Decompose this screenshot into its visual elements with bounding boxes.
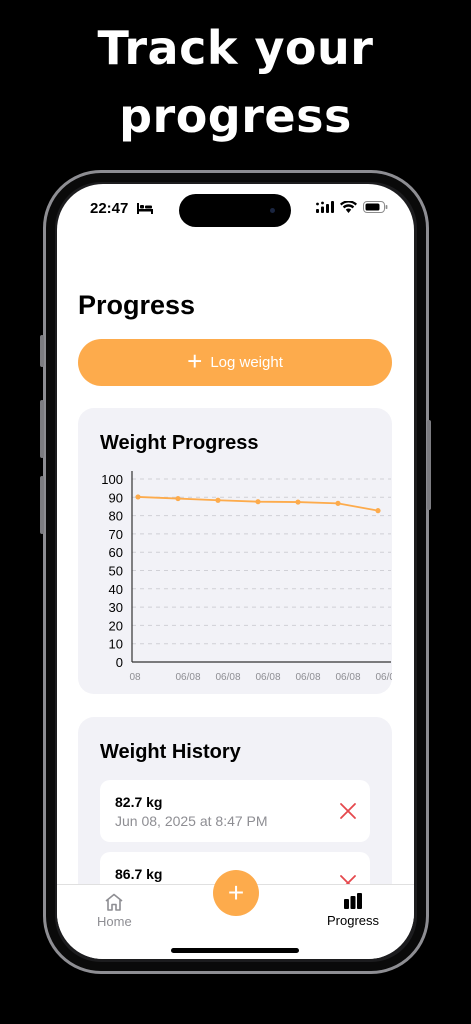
log-weight-button[interactable]: + Log weight bbox=[78, 339, 392, 386]
x-tick-label: 06/08 bbox=[175, 672, 200, 683]
volume-down-button bbox=[40, 476, 44, 534]
home-icon bbox=[105, 893, 123, 911]
data-point bbox=[175, 495, 181, 502]
signal-icon bbox=[316, 201, 334, 213]
home-indicator bbox=[171, 948, 299, 953]
history-item-date: Jun 08, 2025 at 8:47 PM bbox=[115, 813, 268, 829]
delete-icon[interactable] bbox=[339, 802, 357, 820]
y-tick-label: 70 bbox=[109, 527, 123, 542]
y-tick-label: 60 bbox=[109, 545, 123, 560]
wifi-icon bbox=[340, 201, 357, 213]
add-entry-button[interactable]: + bbox=[213, 870, 259, 916]
x-tick-label: 06/08 bbox=[335, 672, 360, 683]
plus-icon: + bbox=[227, 877, 245, 908]
promo-headline-line2: progress bbox=[119, 89, 352, 143]
y-tick-label: 0 bbox=[116, 655, 123, 670]
phone-screen: 22:47 Progress + Log weight Weight Progr… bbox=[57, 184, 414, 959]
history-item: 82.7 kg Jun 08, 2025 at 8:47 PM bbox=[100, 780, 370, 842]
tab-progress-label: Progress bbox=[327, 913, 380, 928]
data-point bbox=[135, 494, 141, 500]
weight-progress-card: Weight Progress 0 10 20 30 40 50 60 70 80 90 100 08… bbox=[78, 408, 392, 694]
tab-home[interactable]: Home bbox=[97, 893, 132, 929]
status-time: 22:47 bbox=[90, 200, 129, 217]
promo-headline-line1: Track your bbox=[97, 21, 374, 75]
bed-icon bbox=[137, 203, 153, 214]
page-title: Progress bbox=[78, 290, 196, 320]
history-card-title: Weight History bbox=[100, 741, 241, 763]
status-icons bbox=[316, 201, 388, 213]
x-tick-label: 06/08 bbox=[215, 672, 240, 683]
action-button bbox=[40, 335, 44, 367]
y-tick-label: 50 bbox=[109, 564, 123, 579]
data-point bbox=[375, 508, 381, 514]
volume-up-button bbox=[40, 400, 44, 458]
battery-icon bbox=[363, 201, 388, 213]
y-tick-label: 80 bbox=[109, 509, 123, 524]
x-tick-label: 06/08 bbox=[295, 672, 320, 683]
promo-headline: Track your progress bbox=[0, 14, 471, 150]
data-point bbox=[215, 497, 221, 503]
x-tick-label: 06/08 bbox=[375, 672, 392, 683]
y-tick-label: 30 bbox=[109, 600, 123, 615]
x-tick-label: 06/08 bbox=[255, 672, 280, 683]
tab-home-label: Home bbox=[97, 914, 132, 929]
data-point bbox=[335, 500, 341, 506]
tab-progress[interactable]: Progress bbox=[327, 893, 379, 928]
y-tick-label: 90 bbox=[109, 490, 123, 505]
y-tick-label: 10 bbox=[109, 637, 123, 652]
log-weight-label: Log weight bbox=[210, 354, 283, 371]
weight-chart: 0 10 20 30 40 50 60 70 80 90 100 08 06/08 06/08 06/08 0… bbox=[101, 471, 392, 683]
power-button bbox=[427, 420, 431, 510]
data-point bbox=[255, 499, 261, 505]
history-item-weight: 86.7 kg bbox=[115, 866, 163, 882]
y-tick-label: 20 bbox=[109, 618, 123, 633]
plus-icon: + bbox=[187, 346, 203, 376]
dynamic-island bbox=[179, 194, 291, 227]
data-point bbox=[295, 499, 301, 505]
history-item-weight: 82.7 kg bbox=[115, 794, 163, 810]
y-tick-label: 100 bbox=[101, 472, 123, 487]
bar-chart-icon bbox=[344, 893, 363, 909]
x-tick-label: 08 bbox=[129, 672, 141, 683]
y-tick-label: 40 bbox=[109, 582, 123, 597]
